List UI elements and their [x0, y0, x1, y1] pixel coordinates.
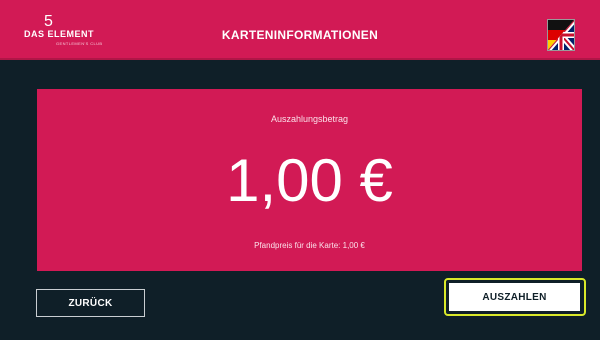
card-deposit-text: Pfandpreis für die Karte: 1,00 € [254, 241, 365, 250]
header-bar: 5 DAS ELEMENT GENTLEMEN'S CLUB KARTENINF… [0, 0, 600, 60]
payout-panel: Auszahlungsbetrag 1,00 € Pfandpreis für … [37, 89, 582, 271]
payout-button[interactable]: AUSZAHLEN [449, 283, 580, 311]
language-flag-icon[interactable] [547, 19, 575, 51]
page-title: KARTENINFORMATIONEN [221, 28, 379, 42]
payout-amount-label: Auszahlungsbetrag [270, 114, 349, 124]
back-button[interactable]: ZURÜCK [36, 289, 145, 317]
payout-amount: 1,00 € [226, 147, 393, 214]
